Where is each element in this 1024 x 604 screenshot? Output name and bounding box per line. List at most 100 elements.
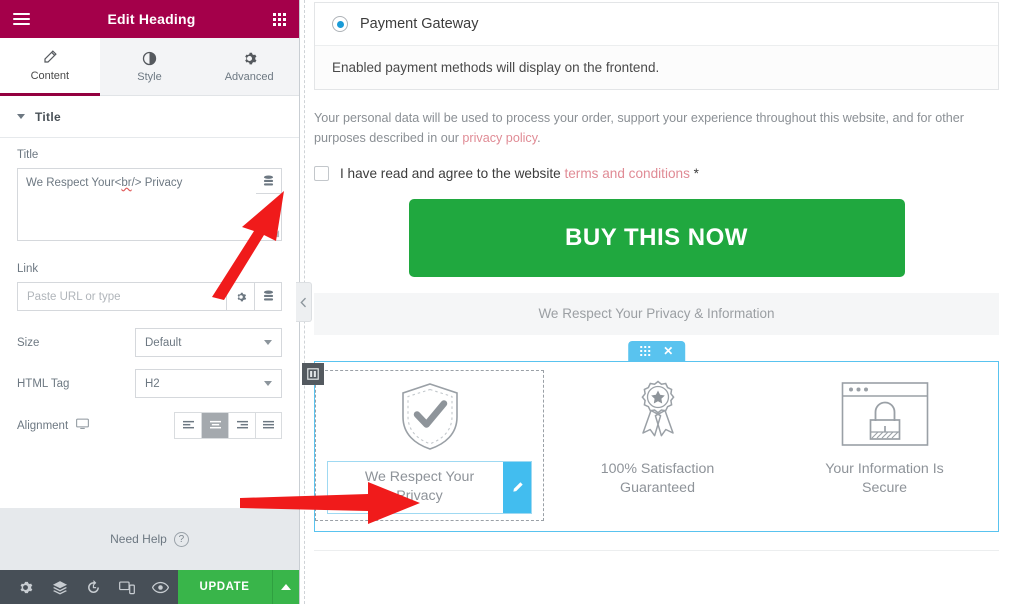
alignment-button-group bbox=[135, 412, 282, 439]
payment-gateway-option[interactable]: Payment Gateway bbox=[315, 3, 998, 45]
privacy-policy-link[interactable]: privacy policy bbox=[462, 131, 537, 145]
tab-content[interactable]: Content bbox=[0, 38, 100, 96]
html-tag-value: H2 bbox=[145, 377, 160, 390]
align-right-button[interactable] bbox=[228, 412, 255, 439]
terms-agreement-row: I have read and agree to the website ter… bbox=[314, 165, 999, 181]
panel-tabs: Content Style Advanced bbox=[0, 38, 300, 96]
need-help-link[interactable]: Need Help ? bbox=[0, 508, 299, 570]
badge-caption-3-line1: Your Information Is bbox=[825, 460, 944, 477]
chevron-down-icon bbox=[264, 340, 272, 345]
panel-footer-toolbar: UPDATE bbox=[0, 570, 299, 604]
alignment-label-text: Alignment bbox=[17, 419, 69, 432]
badge-caption-1: We Respect Your Privacy bbox=[338, 468, 501, 507]
trust-badge-column-2[interactable]: 100% Satisfaction Guaranteed bbox=[544, 370, 771, 521]
panel-header: Edit Heading bbox=[0, 0, 299, 38]
link-database-icon[interactable] bbox=[254, 282, 282, 311]
badge-caption-1-line2: Privacy bbox=[396, 488, 443, 505]
chevron-down-icon bbox=[17, 114, 25, 119]
terms-and-conditions-link[interactable]: terms and conditions bbox=[564, 166, 689, 181]
control-alignment: Alignment bbox=[0, 398, 299, 439]
preview-canvas: Payment Gateway Enabled payment methods … bbox=[300, 0, 1024, 604]
resize-grip-icon[interactable]: ◢ bbox=[272, 227, 279, 239]
desktop-icon[interactable] bbox=[76, 418, 90, 433]
html-tag-label: HTML Tag bbox=[17, 377, 70, 390]
grid-dots-icon[interactable] bbox=[639, 345, 651, 357]
align-justify-button[interactable] bbox=[255, 412, 282, 439]
badge-caption-editor-1[interactable]: We Respect Your Privacy bbox=[327, 460, 532, 514]
badge-caption-2-line2: Guaranteed bbox=[620, 480, 695, 497]
shield-check-icon bbox=[398, 379, 462, 453]
size-value: Default bbox=[145, 336, 182, 349]
section-title-header[interactable]: Title bbox=[0, 96, 299, 138]
history-icon[interactable] bbox=[76, 570, 110, 604]
terms-label: I have read and agree to the website ter… bbox=[340, 166, 699, 181]
size-select[interactable]: Default bbox=[135, 328, 282, 357]
chevron-down-icon bbox=[264, 381, 272, 386]
section-handle[interactable]: ✕ bbox=[627, 340, 686, 361]
html-tag-select[interactable]: H2 bbox=[135, 369, 282, 398]
column-handle-icon[interactable] bbox=[302, 362, 324, 385]
database-icon[interactable] bbox=[256, 168, 282, 194]
badge-caption-wrap-2: 100% Satisfaction Guaranteed bbox=[555, 460, 760, 499]
trust-badge-column-1[interactable]: We Respect Your Privacy bbox=[302, 362, 544, 521]
pencil-edit-icon[interactable] bbox=[503, 461, 531, 513]
elementor-side-panel: Edit Heading Content Style Advanced Titl… bbox=[0, 0, 300, 604]
title-input[interactable]: We Respect Your<br/> Privacy ◢ bbox=[17, 168, 282, 241]
badge-caption-wrap-3: Your Information Is Secure bbox=[782, 460, 987, 499]
title-text-spellerror: br bbox=[121, 177, 132, 189]
update-options-caret-icon[interactable] bbox=[271, 570, 299, 604]
badge-caption-2-line1: 100% Satisfaction bbox=[600, 460, 715, 477]
close-x-icon[interactable]: ✕ bbox=[663, 345, 673, 357]
badge-caption-1-line1: We Respect Your bbox=[364, 468, 475, 485]
tab-advanced-label: Advanced bbox=[224, 70, 274, 83]
update-button[interactable]: UPDATE bbox=[177, 570, 272, 604]
badge-caption-3-line2: Secure bbox=[862, 480, 907, 497]
preview-eye-icon[interactable] bbox=[144, 570, 178, 604]
control-title: Title We Respect Your<br/> Privacy ◢ bbox=[0, 138, 299, 241]
pencil-icon bbox=[42, 49, 58, 65]
settings-gear-icon[interactable] bbox=[9, 570, 43, 604]
tab-style-label: Style bbox=[137, 70, 162, 83]
section-title-label: Title bbox=[35, 109, 61, 124]
payment-gateway-note: Enabled payment methods will display on … bbox=[315, 45, 998, 89]
reassurance-bar: We Respect Your Privacy & Information bbox=[314, 292, 999, 335]
hamburger-icon[interactable] bbox=[13, 13, 30, 25]
responsive-mode-icon[interactable] bbox=[110, 570, 144, 604]
panel-content: Title Title We Respect Your<br/> Privacy… bbox=[0, 96, 299, 508]
tab-content-label: Content bbox=[30, 69, 70, 82]
trust-badge-column-3[interactable]: Your Information Is Secure bbox=[771, 370, 998, 521]
elementor-editor: Edit Heading Content Style Advanced Titl… bbox=[0, 0, 1024, 604]
size-label: Size bbox=[17, 336, 40, 349]
page-title: Edit Heading bbox=[107, 11, 196, 27]
question-circle-icon: ? bbox=[173, 531, 189, 547]
title-field-label: Title bbox=[17, 149, 39, 161]
link-input[interactable]: Paste URL or type bbox=[17, 282, 226, 311]
privacy-notice-text-after: . bbox=[537, 131, 541, 146]
payment-gateway-card: Payment Gateway Enabled payment methods … bbox=[314, 2, 999, 90]
align-left-button[interactable] bbox=[174, 412, 201, 439]
alignment-label: Alignment bbox=[17, 418, 135, 433]
tab-style[interactable]: Style bbox=[99, 38, 200, 96]
trust-badges-section: ✕ We Respect Your Privacy 100% Satisfact… bbox=[302, 340, 999, 532]
award-ribbon-icon bbox=[626, 378, 690, 452]
title-text-before: We Respect Your< bbox=[26, 177, 122, 189]
title-text-after: /> Privacy bbox=[131, 177, 183, 189]
terms-text-after: * bbox=[689, 165, 699, 181]
badge-caption-3: Your Information Is Secure bbox=[782, 460, 987, 499]
link-options-gear-icon[interactable] bbox=[226, 282, 254, 311]
page-bottom-divider bbox=[314, 549, 999, 551]
terms-checkbox[interactable] bbox=[314, 165, 329, 181]
terms-text-before: I have read and agree to the website bbox=[340, 165, 565, 181]
link-field-label: Link bbox=[17, 263, 39, 275]
control-html-tag: HTML Tag H2 bbox=[0, 357, 299, 398]
tab-advanced[interactable]: Advanced bbox=[199, 38, 300, 96]
grid-dots-icon[interactable] bbox=[273, 12, 286, 26]
badge-caption-2: 100% Satisfaction Guaranteed bbox=[555, 460, 760, 499]
control-link: Link Paste URL or type bbox=[0, 241, 299, 311]
buy-this-now-button[interactable]: BUY THIS NOW bbox=[408, 198, 905, 277]
panel-collapse-toggle[interactable] bbox=[296, 282, 312, 322]
navigator-layers-icon[interactable] bbox=[43, 570, 77, 604]
radio-button-icon[interactable] bbox=[332, 16, 348, 32]
contrast-circle-icon bbox=[142, 51, 157, 66]
align-center-button[interactable] bbox=[201, 412, 228, 439]
